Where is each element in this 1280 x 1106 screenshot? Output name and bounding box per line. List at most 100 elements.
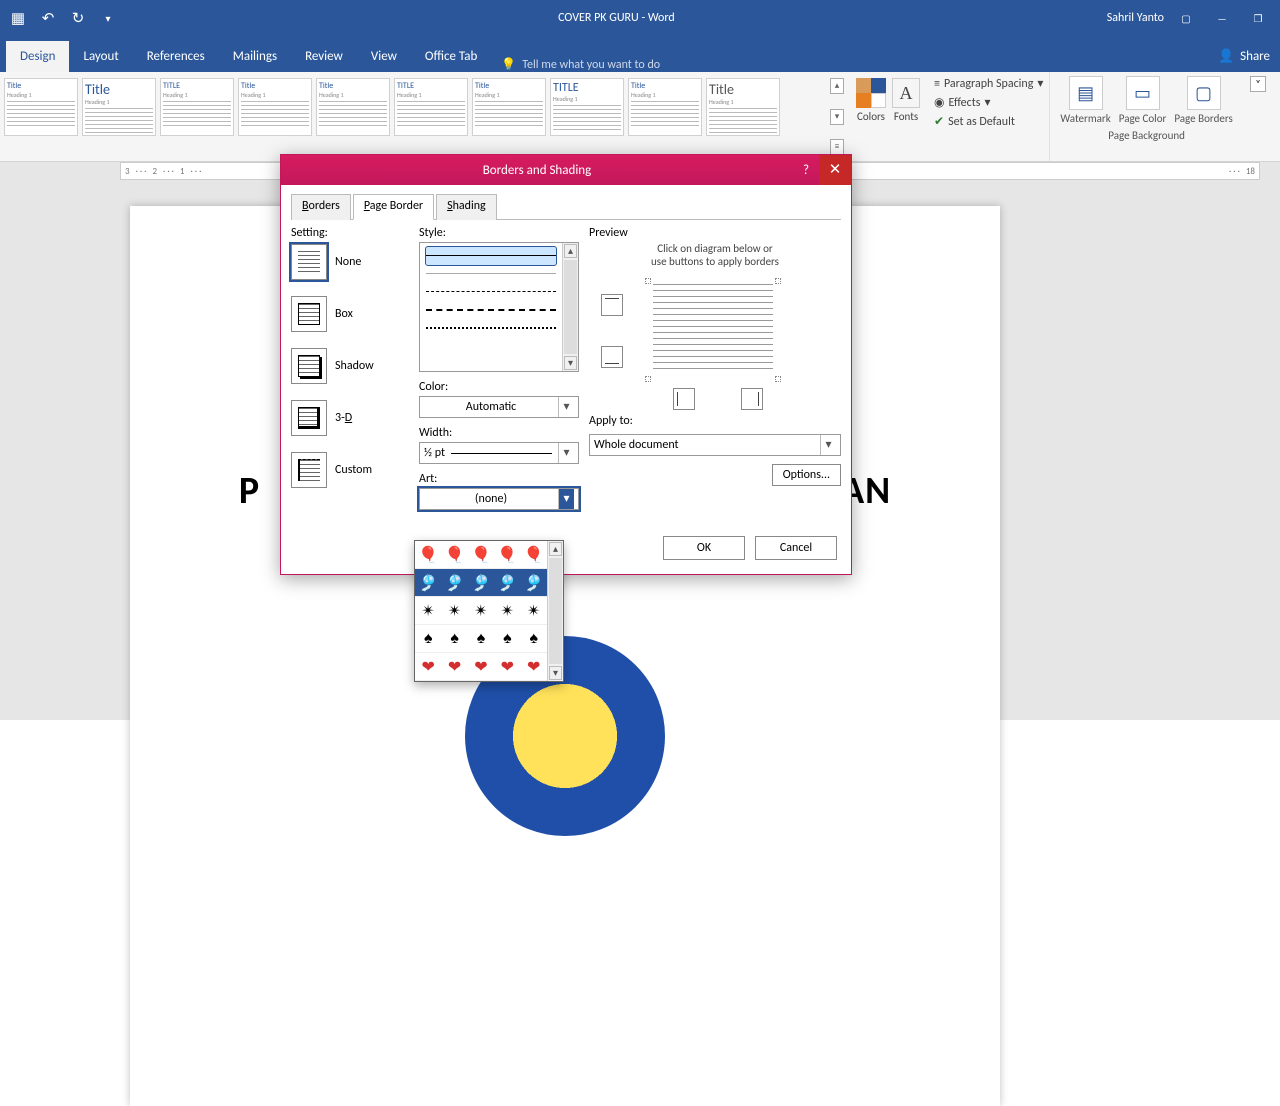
chevron-down-icon: ▾ — [558, 489, 574, 509]
ruler-mark: 1 — [180, 166, 185, 177]
undo-icon[interactable]: ↶ — [36, 6, 60, 30]
style-scrollbar[interactable]: ▴▾ — [562, 243, 578, 371]
dialog-title-bar[interactable]: Borders and Shading ? ✕ — [281, 155, 851, 185]
set-as-default-button[interactable]: ✔Set as Default — [934, 114, 1043, 129]
preview-border-top-button[interactable] — [601, 294, 623, 316]
preview-border-bottom-button[interactable] — [601, 346, 623, 368]
art-combo[interactable]: (none) ▾ — [419, 488, 579, 510]
preview-corner — [775, 376, 781, 382]
setting-custom-label: Custom — [335, 463, 372, 477]
setting-none-icon — [291, 244, 327, 280]
scroll-thumb[interactable] — [564, 260, 577, 354]
maximize-icon[interactable]: ❐ — [1244, 6, 1272, 30]
page-borders-icon: ▢ — [1187, 76, 1221, 110]
style-line-solid[interactable] — [426, 247, 556, 265]
page-color-button[interactable]: ▭ Page Color — [1119, 76, 1167, 125]
dialog-close-icon[interactable]: ✕ — [819, 155, 851, 185]
colors-fonts-group: Colors A Fonts — [848, 72, 928, 161]
minimize-icon[interactable]: — — [1208, 6, 1236, 30]
setting-shadow[interactable]: Shadow — [291, 348, 409, 384]
tab-mailings[interactable]: Mailings — [219, 41, 291, 72]
cancel-button[interactable]: Cancel — [755, 536, 837, 560]
df-style-7[interactable]: TitleHeading 1 — [472, 78, 546, 136]
art-option-hearts[interactable]: ❤❤❤❤❤ — [415, 653, 547, 681]
art-option-swirls[interactable]: ♠♠♠♠♠ — [415, 625, 547, 653]
tab-review[interactable]: Review — [291, 41, 357, 72]
tell-me-search[interactable]: 💡 Tell me what you want to do — [501, 57, 660, 72]
gallery-scroll-up-icon[interactable]: ▴ — [830, 78, 844, 94]
new-file-icon[interactable]: ▦ — [6, 6, 30, 30]
setting-3d[interactable]: 3-D3-D — [291, 400, 409, 436]
scroll-down-icon[interactable]: ▾ — [549, 666, 562, 680]
chevron-down-icon: ▾ — [558, 397, 574, 417]
df-style-10[interactable]: TitleHeading 1 — [706, 78, 780, 136]
df-style-6[interactable]: TITLEHeading 1 — [394, 78, 468, 136]
color-combo[interactable]: Automatic ▾ — [419, 396, 579, 418]
document-title: COVER PK GURU - Word — [126, 11, 1107, 25]
page-borders-button[interactable]: ▢ Page Borders — [1174, 76, 1232, 125]
gallery-more-icon[interactable]: ≡ — [830, 139, 844, 155]
df-style-9[interactable]: TitleHeading 1 — [628, 78, 702, 136]
collapse-ribbon-icon[interactable]: ˅ — [1250, 76, 1266, 92]
scroll-down-icon[interactable]: ▾ — [564, 356, 577, 370]
df-style-1[interactable]: TitleHeading 1 — [4, 78, 78, 136]
art-option-sparkles[interactable]: ✴✴✴✴✴ — [415, 597, 547, 625]
colors-button[interactable]: Colors — [856, 78, 886, 123]
gallery-scrollbar[interactable]: ▴ ▾ ≡ — [830, 72, 848, 161]
art-dropdown-scrollbar[interactable]: ▴ ▾ — [547, 541, 563, 681]
df-style-3[interactable]: TITLEHeading 1 — [160, 78, 234, 136]
style-line-dash-wide[interactable] — [426, 301, 556, 319]
scroll-up-icon[interactable]: ▴ — [564, 244, 577, 258]
ribbon-display-icon[interactable]: ▢ — [1172, 6, 1200, 30]
page-color-icon: ▭ — [1126, 76, 1160, 110]
style-line-dash[interactable] — [426, 283, 556, 301]
setting-custom[interactable]: Custom — [291, 452, 409, 488]
dialog-buttons: OK Cancel — [291, 536, 841, 560]
art-option-balloons[interactable]: 🎈🎈🎈🎈🎈 — [415, 541, 547, 569]
redo-icon[interactable]: ↻ — [66, 6, 90, 30]
style-line-dash-dot[interactable] — [426, 319, 556, 337]
tab-page-border[interactable]: Page BorderPage Border — [353, 194, 434, 220]
art-option-wind-chimes[interactable]: 🎐🎐🎐🎐🎐 — [415, 569, 547, 597]
preview-diagram[interactable] — [589, 276, 841, 406]
share-button[interactable]: 👤 Share — [1208, 41, 1280, 72]
df-style-2[interactable]: TitleHeading 1 — [82, 78, 156, 136]
preview-border-left-button[interactable] — [673, 388, 695, 410]
setting-box[interactable]: Box — [291, 296, 409, 332]
scroll-thumb[interactable] — [549, 558, 562, 664]
paragraph-spacing-button[interactable]: ≡Paragraph Spacing▾ — [934, 76, 1043, 91]
width-value: ½ pt — [424, 446, 445, 460]
quick-access-toolbar: ▦ ↶ ↻ ▾ — [0, 6, 126, 30]
ok-button[interactable]: OK — [663, 536, 745, 560]
style-line-thin[interactable] — [426, 265, 556, 283]
watermark-button[interactable]: ▤ Watermark — [1060, 76, 1110, 125]
setting-column: Setting: None Box Shadow 3-D3-D — [291, 226, 409, 518]
scroll-up-icon[interactable]: ▴ — [549, 542, 562, 556]
df-style-4[interactable]: TitleHeading 1 — [238, 78, 312, 136]
tab-office-tab[interactable]: Office Tab — [411, 41, 491, 72]
apply-to-combo[interactable]: Whole document ▾ — [589, 434, 841, 456]
df-style-5[interactable]: TitleHeading 1 — [316, 78, 390, 136]
df-style-8[interactable]: TITLEHeading 1 — [550, 78, 624, 136]
tab-borders[interactable]: BBordersorders — [291, 194, 351, 220]
setting-none[interactable]: None — [291, 244, 409, 280]
gallery-scroll-down-icon[interactable]: ▾ — [830, 109, 844, 125]
art-value: (none) — [424, 492, 558, 506]
style-column: Style: ▴▾ Color: Automatic ▾ Wi — [419, 226, 579, 518]
style-listbox[interactable]: ▴▾ — [419, 242, 579, 372]
fonts-button[interactable]: A Fonts — [892, 78, 920, 123]
effects-button[interactable]: ◉Effects▾ — [934, 95, 1043, 110]
tab-view[interactable]: View — [357, 41, 411, 72]
tab-shading[interactable]: ShadingShading — [436, 194, 497, 220]
tab-references[interactable]: References — [133, 41, 219, 72]
options-button[interactable]: Options... — [772, 464, 841, 486]
dialog-help-icon[interactable]: ? — [793, 163, 819, 178]
ruler-mark: 3 — [125, 166, 130, 177]
qat-more-icon[interactable]: ▾ — [96, 6, 120, 30]
tab-layout[interactable]: Layout — [69, 41, 132, 72]
fonts-label: Fonts — [894, 110, 918, 123]
tab-design[interactable]: Design — [6, 41, 69, 72]
art-dropdown-list[interactable]: 🎈🎈🎈🎈🎈 🎐🎐🎐🎐🎐 ✴✴✴✴✴ ♠♠♠♠♠ ❤❤❤❤❤ ▴ ▾ — [414, 540, 564, 682]
preview-border-right-button[interactable] — [741, 388, 763, 410]
width-combo[interactable]: ½ pt ▾ — [419, 442, 579, 464]
